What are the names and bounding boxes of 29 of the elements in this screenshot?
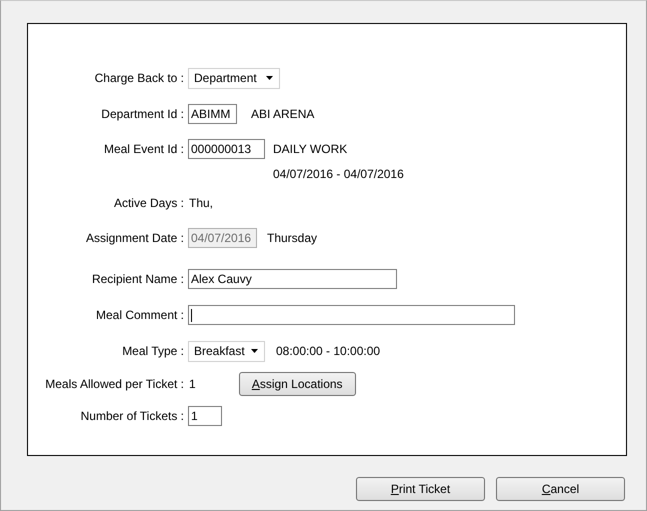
dropdown[interactable]: Breakfast [188,340,265,362]
field-label: Meal Type : [121,344,185,358]
field-label: Department Id : [100,107,185,121]
caret-icon [251,349,258,353]
input-field[interactable]: 1 [188,406,222,426]
input-field[interactable]: Alex Cauvy [188,269,397,289]
caret-icon [266,76,273,80]
info-text: 04/07/2016 - 04/07/2016 [273,167,404,181]
field-label: Charge Back to : [94,71,185,85]
input-field[interactable] [188,305,515,325]
field-label: Meal Event Id : [102,142,185,156]
field-label: Recipient Name : [90,272,185,286]
input-field[interactable]: 000000013 [188,139,265,159]
dropdown[interactable]: Department [188,68,280,88]
field-label: Number of Tickets : [80,409,185,423]
info-text: Thursday [267,231,318,245]
print-button[interactable]: Print Ticket [356,477,485,501]
field-label: Meal Comment : [94,308,185,322]
info-text: DAILY WORK [273,142,348,156]
info-text: ABI ARENA [251,107,314,121]
value-text: Thu, [189,196,214,210]
field-label: Assignment Date : [84,231,185,245]
input-field[interactable]: ABIMM [188,104,237,124]
value-text: 1 [189,377,196,391]
info-text: 08:00:00 - 10:00:00 [276,344,380,358]
assign-locations-button[interactable]: Assign Locations [238,372,356,396]
field-label: Active Days : [112,196,185,210]
field-label: Meals Allowed per Ticket : [44,377,185,391]
cancel-button[interactable]: Cancel [496,477,625,501]
